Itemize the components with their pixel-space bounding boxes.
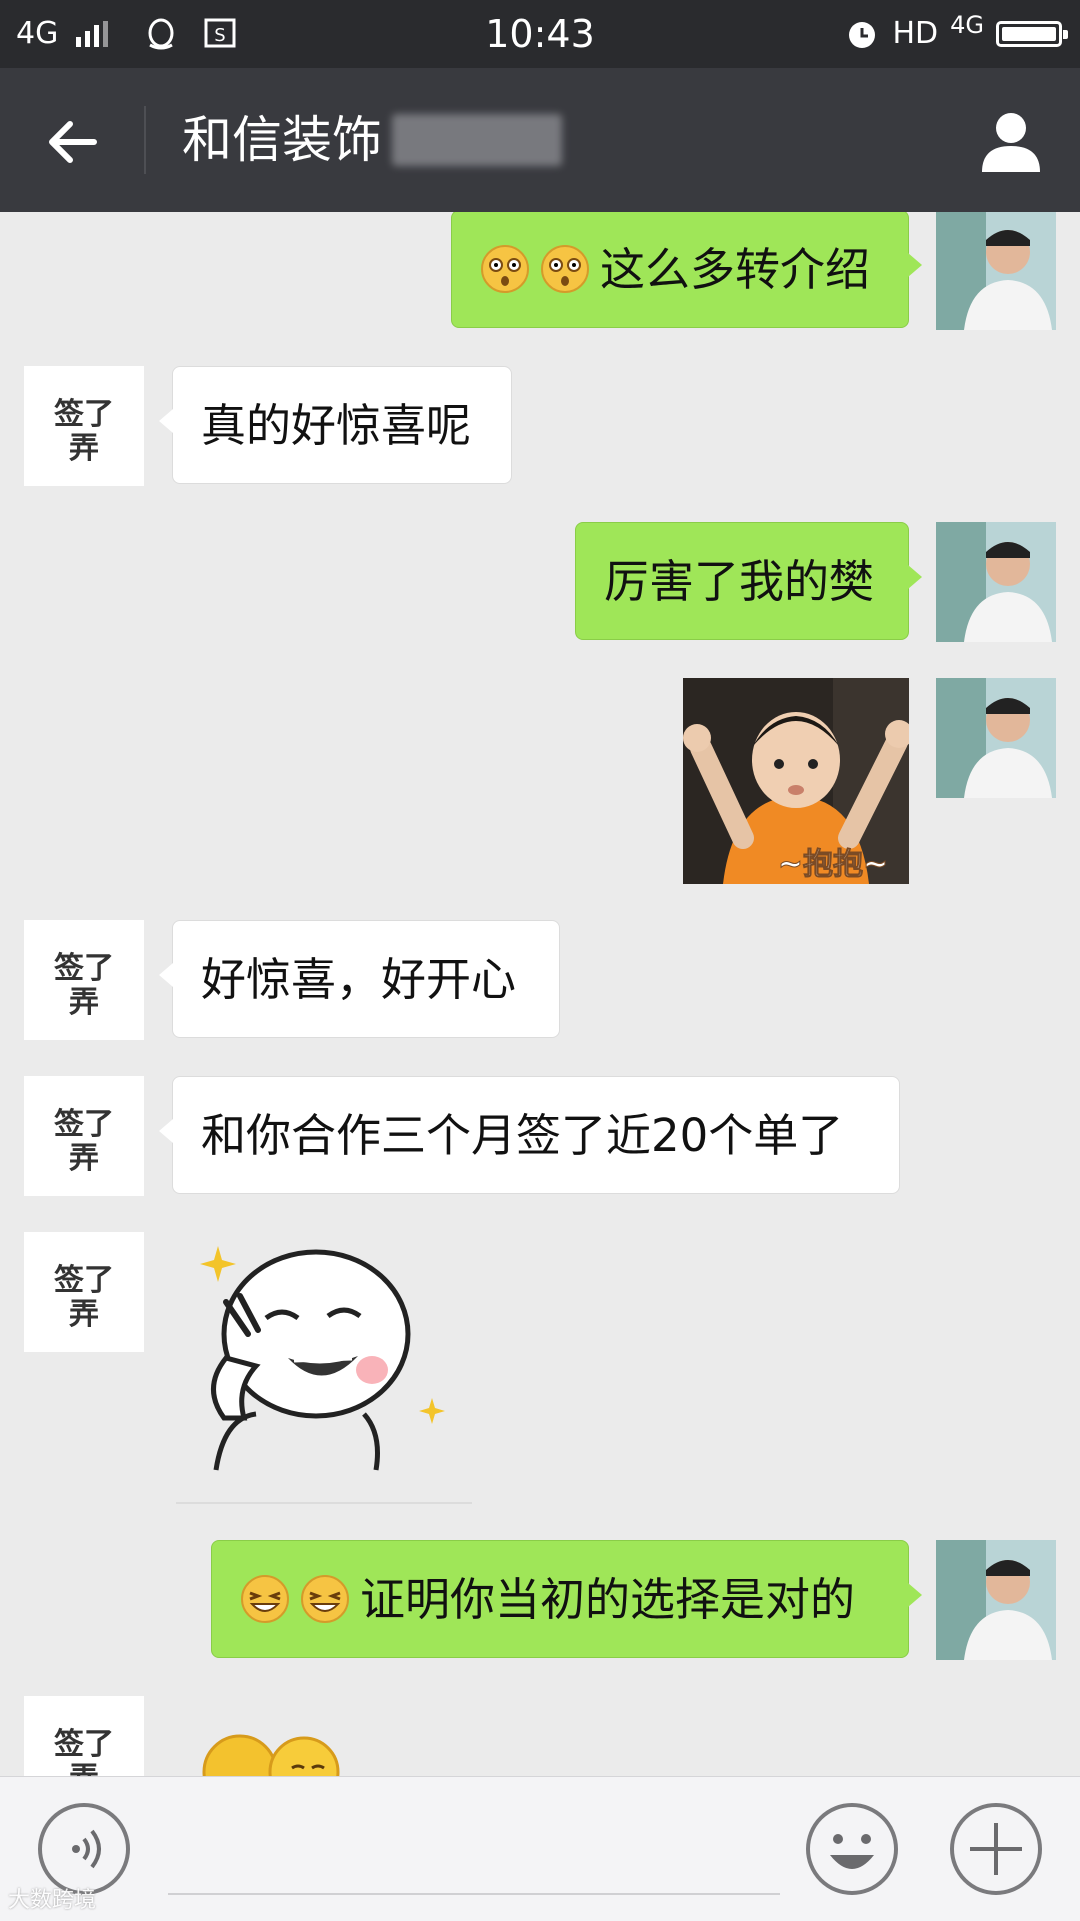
input-bar xyxy=(0,1776,1080,1921)
surprised-emoji-icon xyxy=(481,245,529,293)
plus-icon[interactable] xyxy=(948,1801,1044,1897)
baby-sticker[interactable]: ~抱抱~ xyxy=(683,678,909,884)
message-text: 证明你当初的选择是对的 xyxy=(360,1573,856,1626)
my-avatar[interactable] xyxy=(936,212,1056,330)
my-avatar[interactable] xyxy=(936,678,1056,798)
status-right: HD 4G xyxy=(844,0,1068,68)
laughing-face-sticker[interactable] xyxy=(196,1238,456,1474)
hd-indicator: HD xyxy=(892,16,939,51)
grin-emoji-icon xyxy=(301,1575,349,1623)
watermark: 大数跨境 xyxy=(8,1888,97,1913)
svg-text:签了: 签了 xyxy=(54,1107,114,1142)
message-text: 和你合作三个月签了近20个单了 xyxy=(201,1109,844,1162)
message-text: 这么多转介绍 xyxy=(600,243,871,296)
kiss-emoji-sticker[interactable] xyxy=(200,1722,350,1776)
chat-header: 和信装饰 xyxy=(0,68,1080,212)
status-bar: 4G S 10:43 HD 4G xyxy=(0,0,1080,68)
alarm-icon xyxy=(849,22,876,48)
svg-text:签了: 签了 xyxy=(54,951,114,986)
chat-title: 和信装饰 xyxy=(182,111,382,169)
smiley-icon[interactable] xyxy=(804,1801,900,1897)
svg-text:弄: 弄 xyxy=(69,985,99,1020)
svg-text:弄: 弄 xyxy=(69,431,99,466)
message-text: 厉害了我的樊 xyxy=(604,555,875,608)
svg-text:弄: 弄 xyxy=(69,1761,99,1776)
grin-emoji-icon xyxy=(241,1575,289,1623)
message-bubble[interactable]: 真的好惊喜呢 xyxy=(159,366,512,484)
message-bubble[interactable]: 和你合作三个月签了近20个单了 xyxy=(159,1076,900,1194)
avatar-text: 签了 xyxy=(54,397,114,432)
person-icon[interactable] xyxy=(978,108,1044,174)
network-type-right: 4G xyxy=(950,11,984,39)
arrow-left-icon[interactable] xyxy=(44,114,100,170)
message-bubble[interactable]: 这么多转介绍 xyxy=(451,212,922,328)
surprised-emoji-icon xyxy=(541,245,589,293)
svg-text:签了: 签了 xyxy=(54,1263,114,1298)
contact-avatar[interactable]: 签了弄 xyxy=(24,366,144,486)
message-bubble[interactable]: 好惊喜，好开心 xyxy=(159,920,560,1038)
my-avatar[interactable] xyxy=(936,522,1056,642)
message-text: 真的好惊喜呢 xyxy=(201,399,472,452)
svg-text:弄: 弄 xyxy=(69,1141,99,1176)
svg-text:签了: 签了 xyxy=(54,1727,114,1762)
contact-avatar[interactable]: 签了弄 xyxy=(24,1076,144,1196)
message-bubble[interactable]: 厉害了我的樊 xyxy=(575,522,922,640)
contact-avatar[interactable]: 签了弄 xyxy=(24,1696,144,1776)
contact-avatar[interactable]: 签了弄 xyxy=(24,1232,144,1352)
blurred-title-part xyxy=(392,114,562,166)
message-input[interactable] xyxy=(168,1893,780,1895)
sticker-underline xyxy=(176,1502,472,1504)
svg-text:弄: 弄 xyxy=(69,1297,99,1332)
message-list[interactable]: 这么多转介绍 签了弄 真的好惊喜呢 厉害了我的樊 ~抱抱~ 签了 弄 好惊喜，好… xyxy=(0,212,1080,1776)
battery-icon xyxy=(996,21,1068,47)
message-bubble[interactable]: 证明你当初的选择是对的 xyxy=(211,1540,922,1658)
message-text: 好惊喜，好开心 xyxy=(201,953,517,1006)
header-divider xyxy=(144,106,146,174)
my-avatar[interactable] xyxy=(936,1540,1056,1660)
sticker-caption: ~抱抱~ xyxy=(778,847,888,882)
contact-avatar[interactable]: 签了弄 xyxy=(24,920,144,1040)
